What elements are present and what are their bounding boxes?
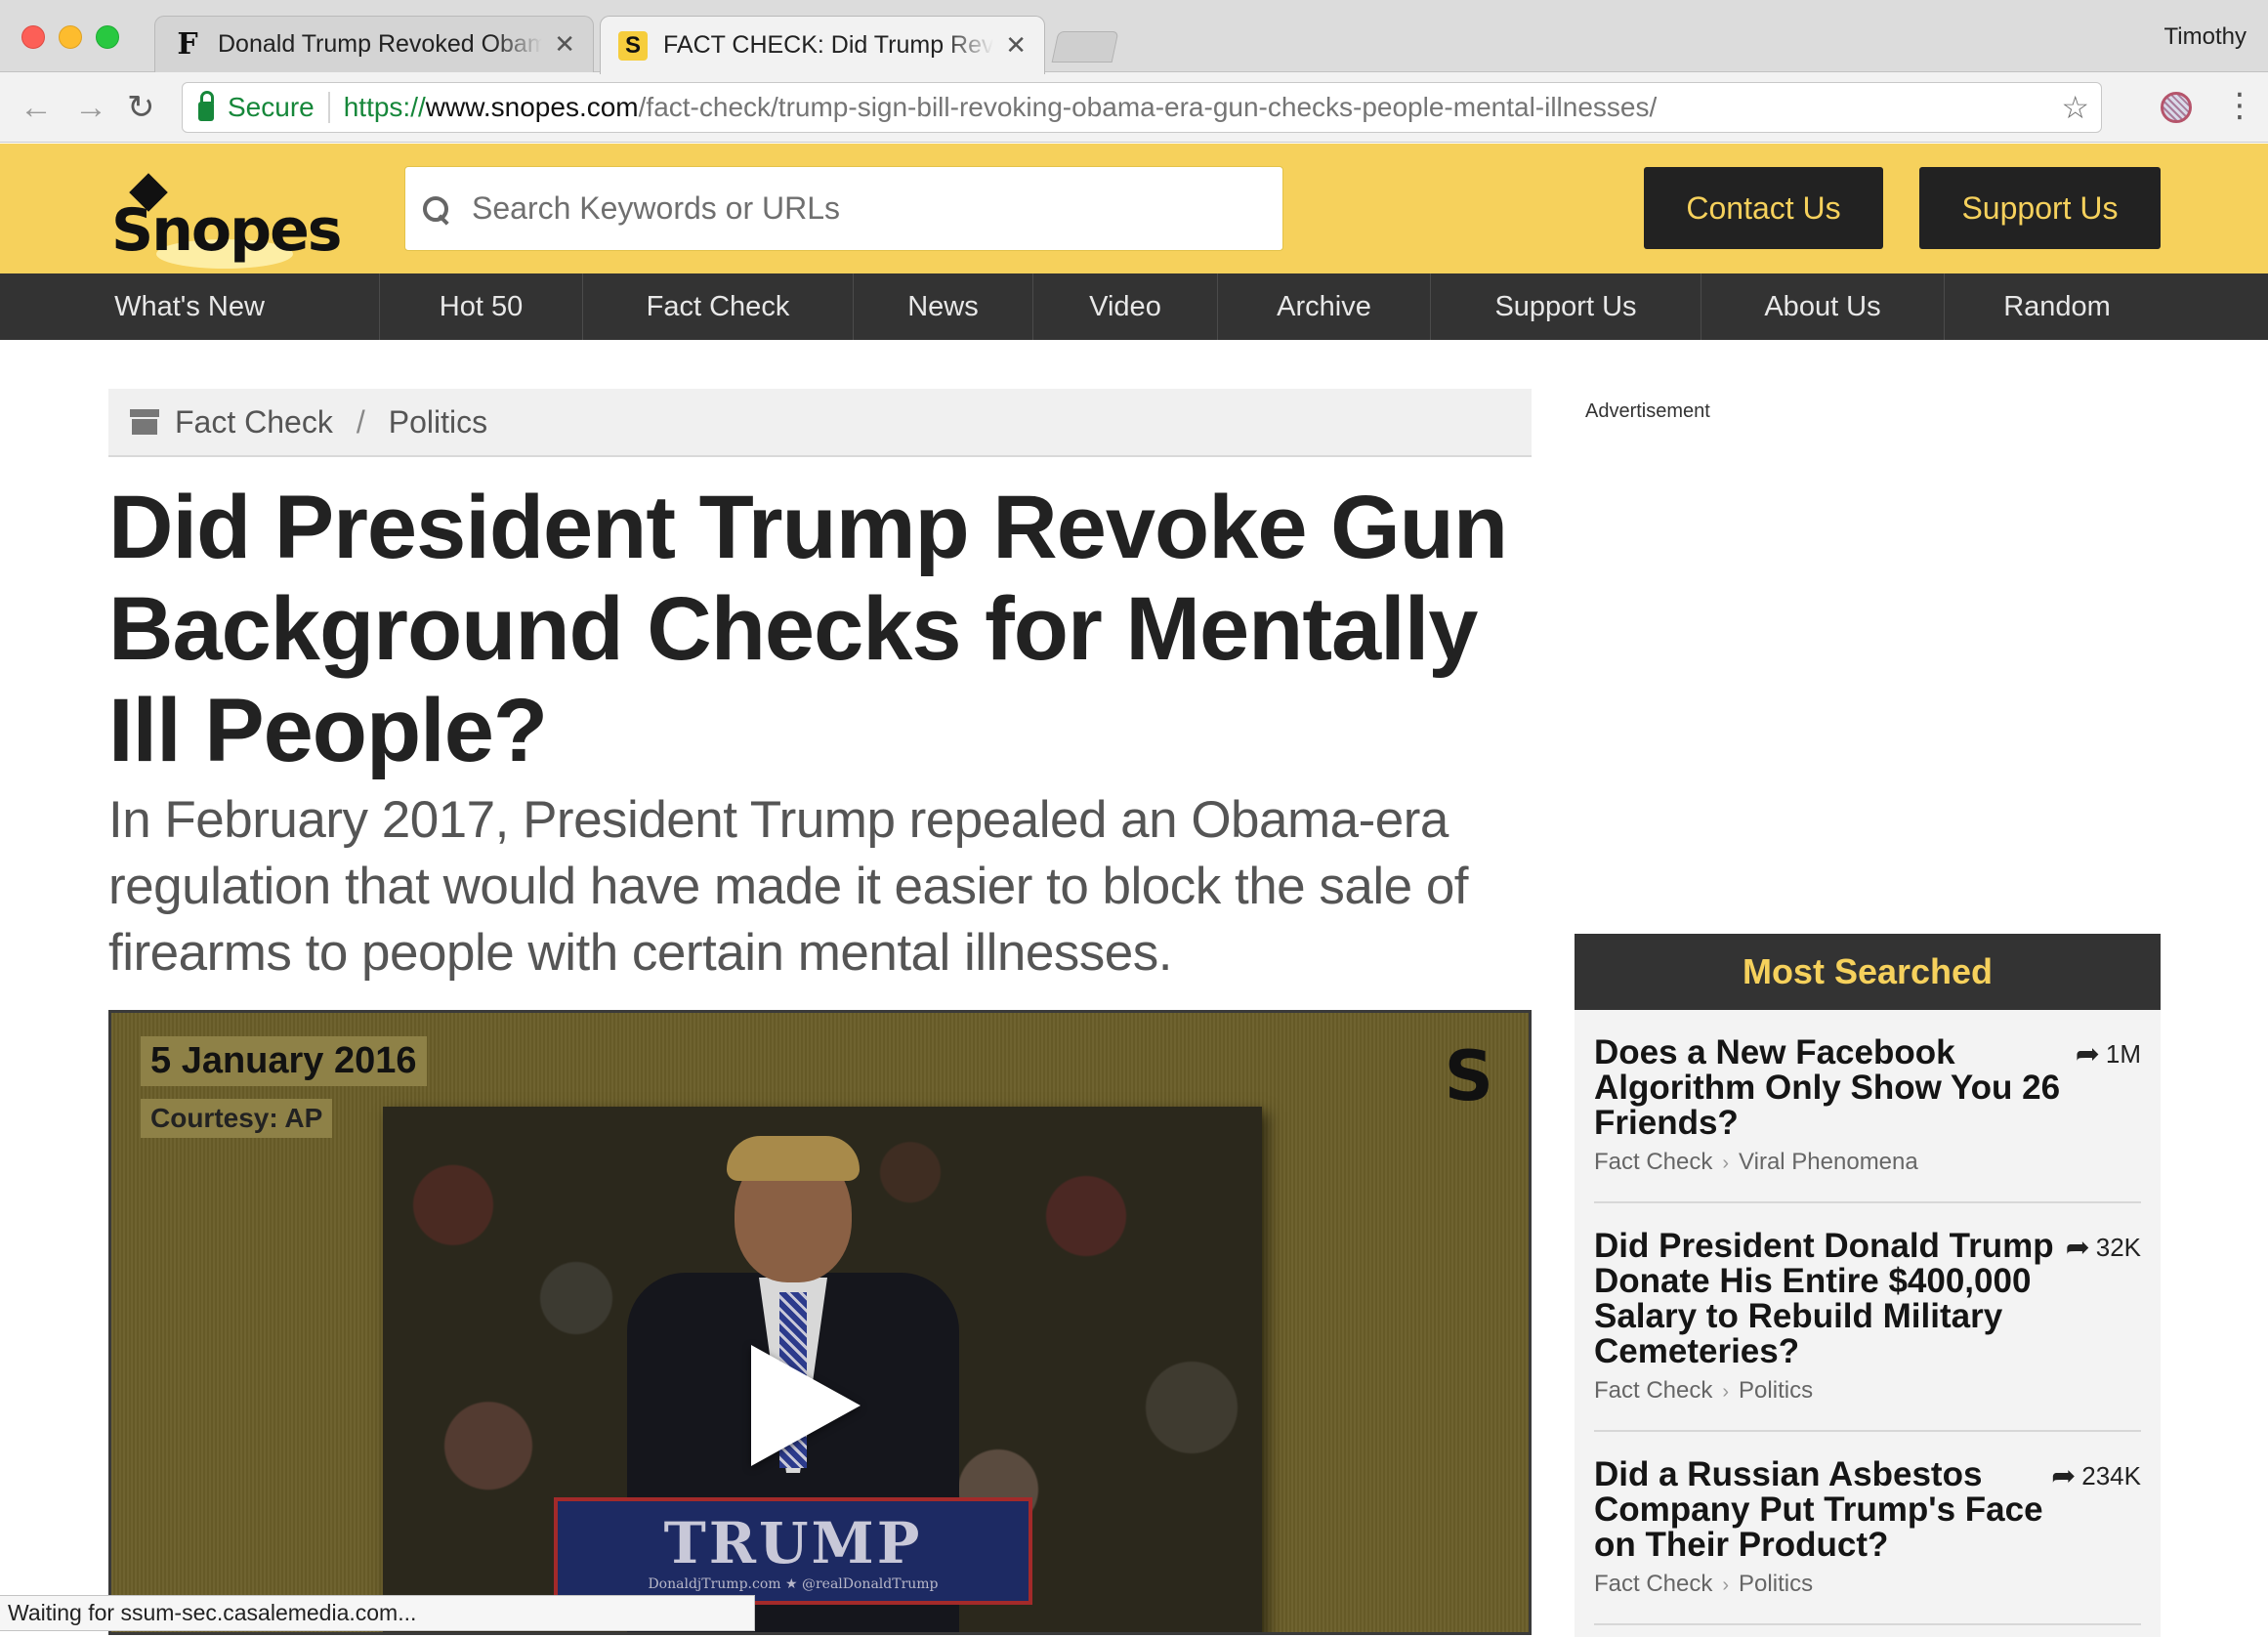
most-searched-item[interactable]: Does a New Facebook Algorithm Only Show … <box>1594 1010 2141 1203</box>
breadcrumb-fact-check[interactable]: Fact Check <box>175 404 333 441</box>
search-icon <box>421 194 450 224</box>
tab-favicon-icon: F <box>177 27 198 62</box>
most-searched-title: Most Searched <box>1575 934 2161 1010</box>
close-tab-icon[interactable]: ✕ <box>554 29 575 60</box>
item-title[interactable]: Did President Donald Trump Donate His En… <box>1594 1229 2068 1369</box>
url-path: /fact-check/trump-sign-bill-revoking-oba… <box>638 92 1658 122</box>
share-count: ➦ 1M <box>2076 1037 2141 1071</box>
share-count-value: 234K <box>2081 1461 2141 1490</box>
share-count-value: 32K <box>2095 1233 2141 1262</box>
breadcrumb: Fact Check / Politics <box>108 389 1532 457</box>
site-header: Snopes Contact Us Support Us <box>0 144 2268 273</box>
article-subhead: In February 2017, President Trump repeal… <box>108 791 1469 982</box>
share-arrow-icon: ➦ <box>2075 1038 2100 1070</box>
article-headline: Did President Trump Revoke Gun Backgroun… <box>108 478 1508 780</box>
tab-title: Donald Trump Revoked Obama <box>218 30 543 58</box>
podium-sign: TRUMP DonaldjTrump.com ★ @realDonaldTrum… <box>554 1497 1032 1605</box>
browser-menu-icon[interactable]: ⋮ <box>2223 86 2256 125</box>
close-window-button[interactable] <box>21 25 45 49</box>
tab-title: FACT CHECK: Did Trump Revol <box>663 31 994 59</box>
snopes-watermark-icon: S <box>1444 1036 1493 1116</box>
breadcrumb-politics[interactable]: Politics <box>389 404 487 441</box>
lock-icon <box>198 91 214 121</box>
contact-us-button[interactable]: Contact Us <box>1644 167 1883 249</box>
most-searched-panel: Most Searched Does a New Facebook Algori… <box>1575 934 2161 1637</box>
browser-tab-2-active[interactable]: S FACT CHECK: Did Trump Revol ✕ <box>600 16 1045 74</box>
profile-name[interactable]: Timothy <box>2164 23 2247 51</box>
snopes-favicon-icon: S <box>618 30 648 61</box>
item-category: Fact Check › Viral Phenomena <box>1594 1149 2141 1176</box>
main-nav: What's New Hot 50 Fact Check News Video … <box>0 273 2268 340</box>
browser-tab-1[interactable]: F Donald Trump Revoked Obama ✕ <box>154 16 594 72</box>
subcategory-link[interactable]: Politics <box>1739 1571 1813 1597</box>
new-tab-button[interactable] <box>1051 31 1119 63</box>
advertisement-label: Advertisement <box>1585 400 1710 422</box>
podium-sign-text: TRUMP <box>663 1510 923 1576</box>
extension-icon[interactable] <box>2161 92 2192 123</box>
bookmark-star-icon[interactable]: ☆ <box>2061 89 2089 126</box>
chevron-right-icon: › <box>1722 1153 1730 1174</box>
play-icon[interactable] <box>751 1345 861 1466</box>
category-link[interactable]: Fact Check <box>1594 1571 1712 1597</box>
url-host: www.snopes.com <box>425 92 639 122</box>
speaker-hair <box>727 1136 860 1181</box>
search-input[interactable] <box>472 190 1273 227</box>
nav-hot-50[interactable]: Hot 50 <box>380 273 583 340</box>
snopes-logo[interactable]: Snopes <box>107 157 343 269</box>
browser-toolbar: ← → ↻ Secure https:// www.snopes.com /fa… <box>0 72 2268 143</box>
address-bar[interactable]: Secure https:// www.snopes.com /fact-che… <box>182 82 2102 133</box>
divider <box>327 92 330 123</box>
browser-tab-strip: F Donald Trump Revoked Obama ✕ S FACT CH… <box>0 0 2268 74</box>
nav-archive[interactable]: Archive <box>1218 273 1431 340</box>
subcategory-link[interactable]: Viral Phenomena <box>1739 1149 1918 1175</box>
nav-video[interactable]: Video <box>1033 273 1218 340</box>
share-arrow-icon: ➦ <box>2051 1460 2077 1492</box>
chevron-right-icon: › <box>1722 1574 1730 1596</box>
most-searched-item[interactable]: Did President Donald Trump Donate His En… <box>1594 1203 2141 1432</box>
forward-arrow-icon[interactable]: → <box>74 88 107 127</box>
share-arrow-icon: ➦ <box>2065 1232 2090 1264</box>
nav-support-us[interactable]: Support Us <box>1431 273 1701 340</box>
secure-label: Secure <box>228 92 315 122</box>
item-category: Fact Check › Politics <box>1594 1377 2141 1405</box>
browser-status-bar: Waiting for ssum-sec.casalemedia.com... <box>0 1595 755 1631</box>
share-count-value: 1M <box>2105 1039 2141 1069</box>
back-arrow-icon[interactable]: ← <box>20 88 53 127</box>
share-count: ➦ 32K <box>2066 1231 2141 1265</box>
podium-sign-subtext: DonaldjTrump.com ★ @realDonaldTrump <box>648 1576 939 1592</box>
share-count: ➦ 234K <box>2051 1459 2141 1493</box>
video-date-label: 5 January 2016 <box>141 1036 427 1086</box>
video-credit-label: Courtesy: AP <box>141 1099 333 1138</box>
item-category: Fact Check › Politics <box>1594 1571 2141 1598</box>
url-scheme: https:// <box>343 92 426 122</box>
nav-random[interactable]: Random <box>1945 273 2169 340</box>
support-us-button[interactable]: Support Us <box>1919 167 2161 249</box>
nav-about-us[interactable]: About Us <box>1701 273 1945 340</box>
maximize-window-button[interactable] <box>96 25 119 49</box>
archive-box-icon <box>130 409 159 435</box>
item-title[interactable]: Does a New Facebook Algorithm Only Show … <box>1594 1035 2068 1141</box>
subcategory-link[interactable]: Politics <box>1739 1377 1813 1404</box>
chevron-right-icon: › <box>1722 1381 1730 1403</box>
close-tab-icon[interactable]: ✕ <box>1005 30 1027 61</box>
nav-whats-new[interactable]: What's New <box>0 273 380 340</box>
breadcrumb-separator: / <box>356 403 365 440</box>
reload-icon[interactable]: ↻ <box>127 88 155 127</box>
site-search[interactable] <box>404 166 1283 251</box>
logo-wordmark: Snopes <box>111 196 343 265</box>
minimize-window-button[interactable] <box>59 25 82 49</box>
nav-fact-check[interactable]: Fact Check <box>583 273 854 340</box>
nav-news[interactable]: News <box>854 273 1033 340</box>
category-link[interactable]: Fact Check <box>1594 1377 1712 1404</box>
item-title[interactable]: Did a Russian Asbestos Company Put Trump… <box>1594 1457 2068 1563</box>
category-link[interactable]: Fact Check <box>1594 1149 1712 1175</box>
most-searched-item[interactable]: Did a Russian Asbestos Company Put Trump… <box>1594 1432 2141 1625</box>
video-player[interactable]: 5 January 2016 Courtesy: AP S TRUMP Dona… <box>108 1010 1532 1635</box>
